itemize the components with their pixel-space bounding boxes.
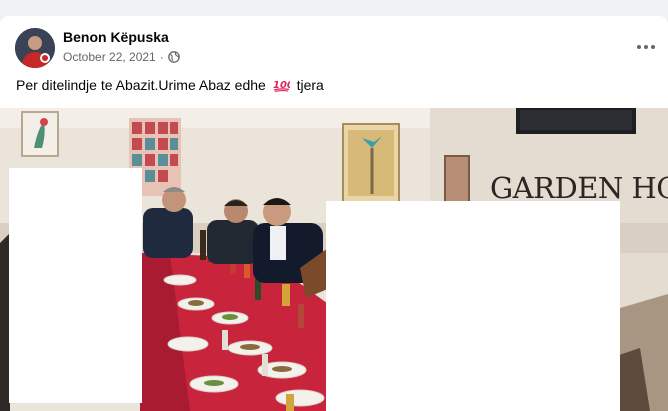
hundred-points-emoji: 100 [273, 78, 294, 95]
post-card: Benon Këpuska October 22, 2021 · Per dit… [0, 16, 668, 411]
post-photo[interactable]: GARDEN HOUSE [0, 108, 668, 411]
caption-text: Per ditelindje te Abazit.Urime Abaz edhe [16, 77, 266, 93]
post-date[interactable]: October 22, 2021 [63, 50, 156, 64]
post-caption: Per ditelindje te Abazit.Urime Abaz edhe… [16, 77, 324, 95]
author-name[interactable]: Benon Këpuska [63, 29, 169, 45]
more-options-icon[interactable] [628, 32, 664, 62]
caption-text-end: tjera [296, 77, 324, 93]
meta-separator: · [159, 50, 164, 64]
feed-background [0, 0, 668, 16]
redacted-area-right [326, 201, 620, 411]
globe-icon[interactable] [167, 51, 180, 63]
author-avatar[interactable] [15, 28, 55, 68]
post-meta: October 22, 2021 · [63, 50, 180, 64]
redacted-area-left [9, 168, 142, 403]
restaurant-sign: GARDEN HOUSE [490, 171, 668, 205]
